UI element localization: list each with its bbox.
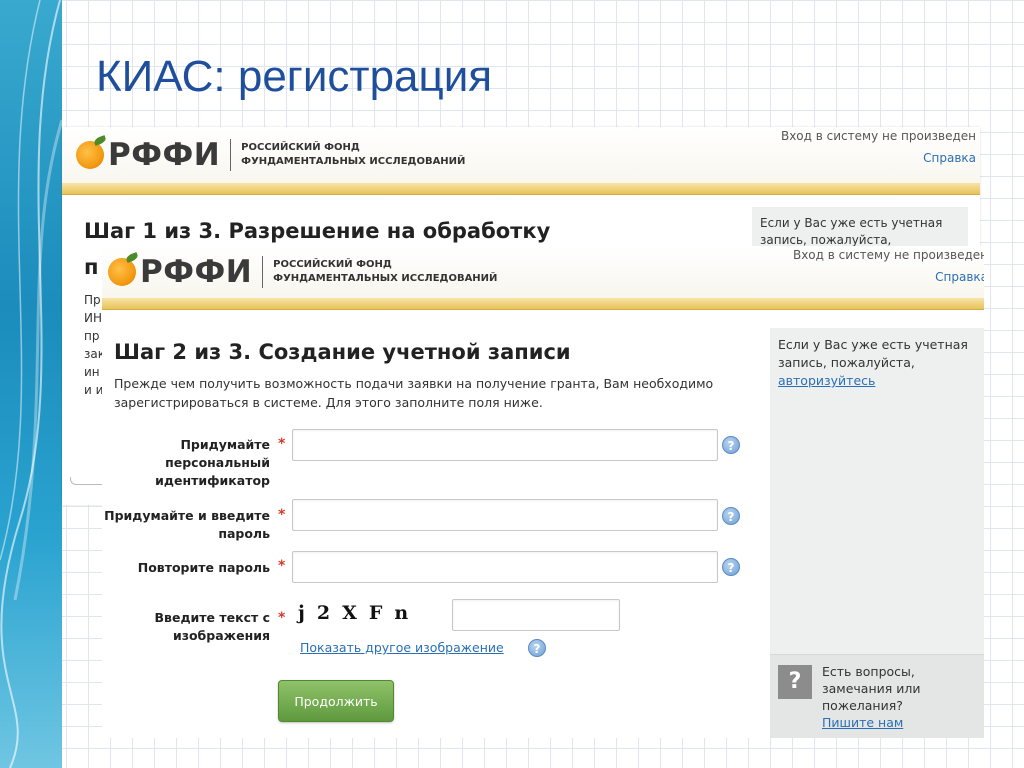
step2-sidebar: Если у Вас уже есть учетная запись, пожа… [770, 328, 984, 738]
question-icon: ? [778, 665, 812, 699]
write-to-us-link[interactable]: Пишите нам [822, 715, 903, 730]
step1-title: Шаг 1 из 3. Разрешение на обработку [84, 219, 551, 243]
header-right: Вход в систему не произведен Справка [781, 127, 976, 169]
site-header: РФФИ РОССИЙСКИЙ ФОНД ФУНДАМЕНТАЛЬНЫХ ИСС… [102, 246, 984, 298]
logo-wordmark: РФФИ [108, 137, 221, 173]
questions-box: ? Есть вопросы, замечания или пожелания?… [770, 654, 984, 738]
help-link[interactable]: Справка [793, 266, 984, 288]
sidebar-login-prompt: Если у Вас уже есть учетная запись, пожа… [778, 336, 978, 390]
logo-subtitle-line2: ФУНДАМЕНТАЛЬНЫХ ИССЛЕДОВАНИЙ [273, 273, 498, 284]
orange-logo-icon [108, 258, 136, 286]
decorative-side-strip [0, 0, 62, 768]
login-status: Вход в систему не произведен [780, 129, 976, 143]
login-status: Вход в систему не произведен [792, 248, 984, 262]
help-icon[interactable]: ? [528, 639, 546, 657]
repeat-password-label: Повторите пароль [137, 560, 270, 575]
step2-screenshot: РФФИ РОССИЙСКИЙ ФОНД ФУНДАМЕНТАЛЬНЫХ ИСС… [102, 246, 984, 738]
orange-logo-icon [76, 141, 104, 169]
step2-intro-text: Прежде чем получить возможность подачи з… [114, 376, 714, 410]
repeat-password-input[interactable] [292, 551, 718, 583]
help-icon[interactable]: ? [722, 558, 740, 576]
rffi-logo: РФФИ РОССИЙСКИЙ ФОНД ФУНДАМЕНТАЛЬНЫХ ИСС… [108, 254, 497, 290]
captcha-label: Введите текст с изображения [154, 610, 270, 643]
required-marker: * [278, 558, 286, 574]
identifier-input[interactable] [292, 429, 718, 461]
identifier-label: Придумайте персональный идентификатор [155, 437, 270, 488]
help-icon[interactable]: ? [722, 507, 740, 525]
required-marker: * [278, 436, 286, 452]
logo-subtitle-line1: РОССИЙСКИЙ ФОНД [273, 259, 392, 270]
captcha-input[interactable] [452, 599, 620, 631]
continue-button[interactable]: Продолжить [278, 680, 394, 722]
required-marker: * [278, 507, 286, 523]
sidebar-prompt-text: Если у Вас уже есть учетная запись, пожа… [778, 337, 968, 370]
show-other-image-link[interactable]: Показать другое изображение [300, 640, 504, 655]
site-header: РФФИ РОССИЙСКИЙ ФОНД ФУНДАМЕНТАЛЬНЫХ ИСС… [62, 127, 980, 187]
slide-title: КИАС: регистрация [96, 52, 493, 101]
logo-subtitle: РОССИЙСКИЙ ФОНД ФУНДАМЕНТАЛЬНЫХ ИССЛЕДОВ… [273, 258, 497, 286]
authorize-link[interactable]: авторизуйтесь [778, 373, 875, 388]
step1-sidebar-text: Если у Вас уже есть учетная запись, пожа… [760, 216, 943, 247]
header-gold-bar [62, 183, 980, 195]
logo-wordmark: РФФИ [140, 254, 253, 290]
step1-title-continued: п [84, 255, 99, 279]
logo-subtitle: РОССИЙСКИЙ ФОНД ФУНДАМЕНТАЛЬНЫХ ИССЛЕДОВ… [241, 141, 465, 169]
questions-prompt: Есть вопросы, замечания или пожелания? [822, 664, 921, 713]
required-marker: * [278, 610, 286, 626]
header-right: Вход в систему не произведен Справка [793, 246, 984, 288]
rffi-logo: РФФИ РОССИЙСКИЙ ФОНД ФУНДАМЕНТАЛЬНЫХ ИСС… [76, 137, 465, 173]
logo-divider [230, 139, 232, 171]
logo-subtitle-line1: РОССИЙСКИЙ ФОНД [241, 142, 360, 153]
logo-divider [262, 256, 264, 288]
header-gold-bar [102, 298, 984, 310]
step2-title: Шаг 2 из 3. Создание учетной записи [114, 340, 571, 364]
logo-subtitle-line2: ФУНДАМЕНТАЛЬНЫХ ИССЛЕДОВАНИЙ [241, 156, 466, 167]
password-label: Придумайте и введите пароль [104, 508, 270, 541]
captcha-image: j2XFn [298, 602, 421, 624]
help-link[interactable]: Справка [781, 147, 976, 169]
password-input[interactable] [292, 499, 718, 531]
help-icon[interactable]: ? [722, 436, 740, 454]
questions-text: Есть вопросы, замечания или пожелания? П… [822, 663, 972, 731]
